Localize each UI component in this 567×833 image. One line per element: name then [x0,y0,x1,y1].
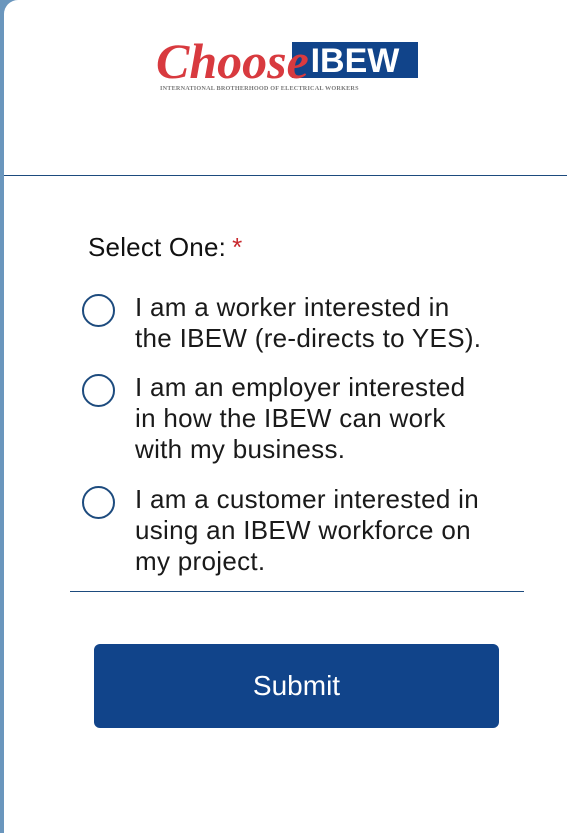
field-label: Select One: * [88,232,242,263]
option-customer-label: I am a customer interested in using an I… [135,484,515,577]
option-worker-label: I am a worker interested in the IBEW (re… [135,292,515,354]
header-divider [4,175,567,176]
option-employer-line-3: with my business. [135,434,346,464]
option-worker-line-2: the IBEW (re-directs to YES). [135,323,482,353]
radio-button-employer[interactable] [82,374,115,407]
option-employer[interactable]: I am an employer interested in how the I… [82,372,522,468]
logo-script-text: Choose [156,33,309,89]
form-panel: IBEW Choose INTERNATIONAL BROTHERHOOD OF… [4,0,567,833]
required-asterisk: * [232,232,243,262]
radio-button-customer[interactable] [82,486,115,519]
field-label-text: Select One: [88,232,227,262]
radio-button-worker[interactable] [82,294,115,327]
choose-ibew-logo: IBEW Choose INTERNATIONAL BROTHERHOOD OF… [154,28,422,96]
option-worker[interactable]: I am a worker interested in the IBEW (re… [82,292,522,356]
option-customer[interactable]: I am a customer interested in using an I… [82,484,522,580]
logo-tagline: INTERNATIONAL BROTHERHOOD OF ELECTRICAL … [160,85,359,92]
option-employer-label: I am an employer interested in how the I… [135,372,515,465]
option-worker-line-1: I am a worker interested in [135,292,450,322]
logo-brand-text: IBEW [311,42,401,80]
submit-button[interactable]: Submit [94,644,499,728]
option-employer-line-2: in how the IBEW can work [135,403,446,433]
option-employer-line-1: I am an employer interested [135,372,466,402]
option-customer-line-1: I am a customer interested in [135,484,479,514]
options-divider [70,591,524,592]
option-customer-line-3: my project. [135,546,266,576]
option-customer-line-2: using an IBEW workforce on [135,515,471,545]
